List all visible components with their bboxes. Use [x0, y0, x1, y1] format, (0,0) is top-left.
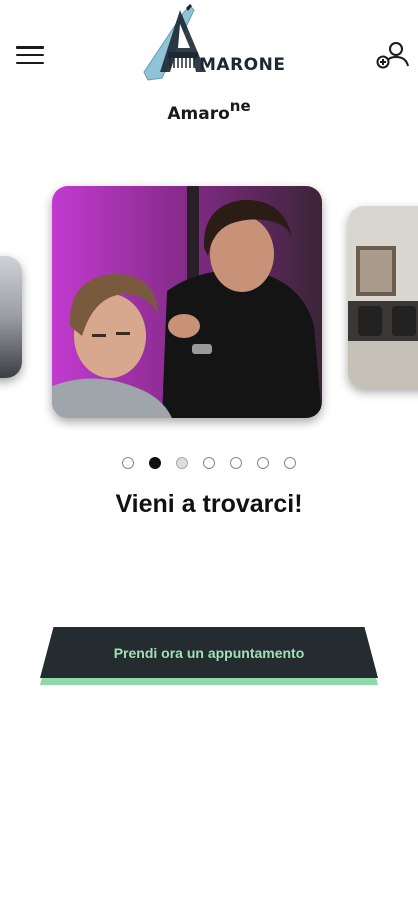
add-user-icon[interactable]: [372, 38, 412, 74]
book-appointment-button[interactable]: Prendi ora un appuntamento: [38, 627, 380, 687]
brand-title-main: Amaro: [167, 104, 230, 124]
barber-styling-photo: [52, 186, 322, 418]
brand-title-sup: ne: [229, 97, 251, 115]
logo-wordmark: MARONE: [199, 55, 286, 75]
carousel-dot-2[interactable]: [149, 457, 161, 469]
carousel-dot-6[interactable]: [257, 457, 269, 469]
slide-barber-portrait[interactable]: [0, 256, 22, 378]
book-appointment-label: Prendi ora un appuntamento: [40, 627, 378, 678]
carousel-dot-1[interactable]: [122, 457, 134, 469]
hamburger-menu-icon[interactable]: [16, 42, 44, 68]
brand-title: Amarone: [0, 97, 418, 124]
carousel-dot-7[interactable]: [284, 457, 296, 469]
headline: Vieni a trovarci!: [115, 490, 303, 518]
app-header: MARONE: [0, 0, 418, 100]
carousel-dot-5[interactable]: [230, 457, 242, 469]
carousel-dot-4[interactable]: [203, 457, 215, 469]
slide-barber-styling[interactable]: [52, 186, 322, 418]
shop-interior-photo: [348, 206, 418, 388]
carousel-pagination: [0, 457, 418, 469]
carousel-dot-3[interactable]: [176, 457, 188, 469]
brand-logo[interactable]: MARONE: [140, 2, 295, 86]
image-carousel[interactable]: [0, 180, 418, 430]
slide-shop-interior[interactable]: [348, 206, 418, 388]
